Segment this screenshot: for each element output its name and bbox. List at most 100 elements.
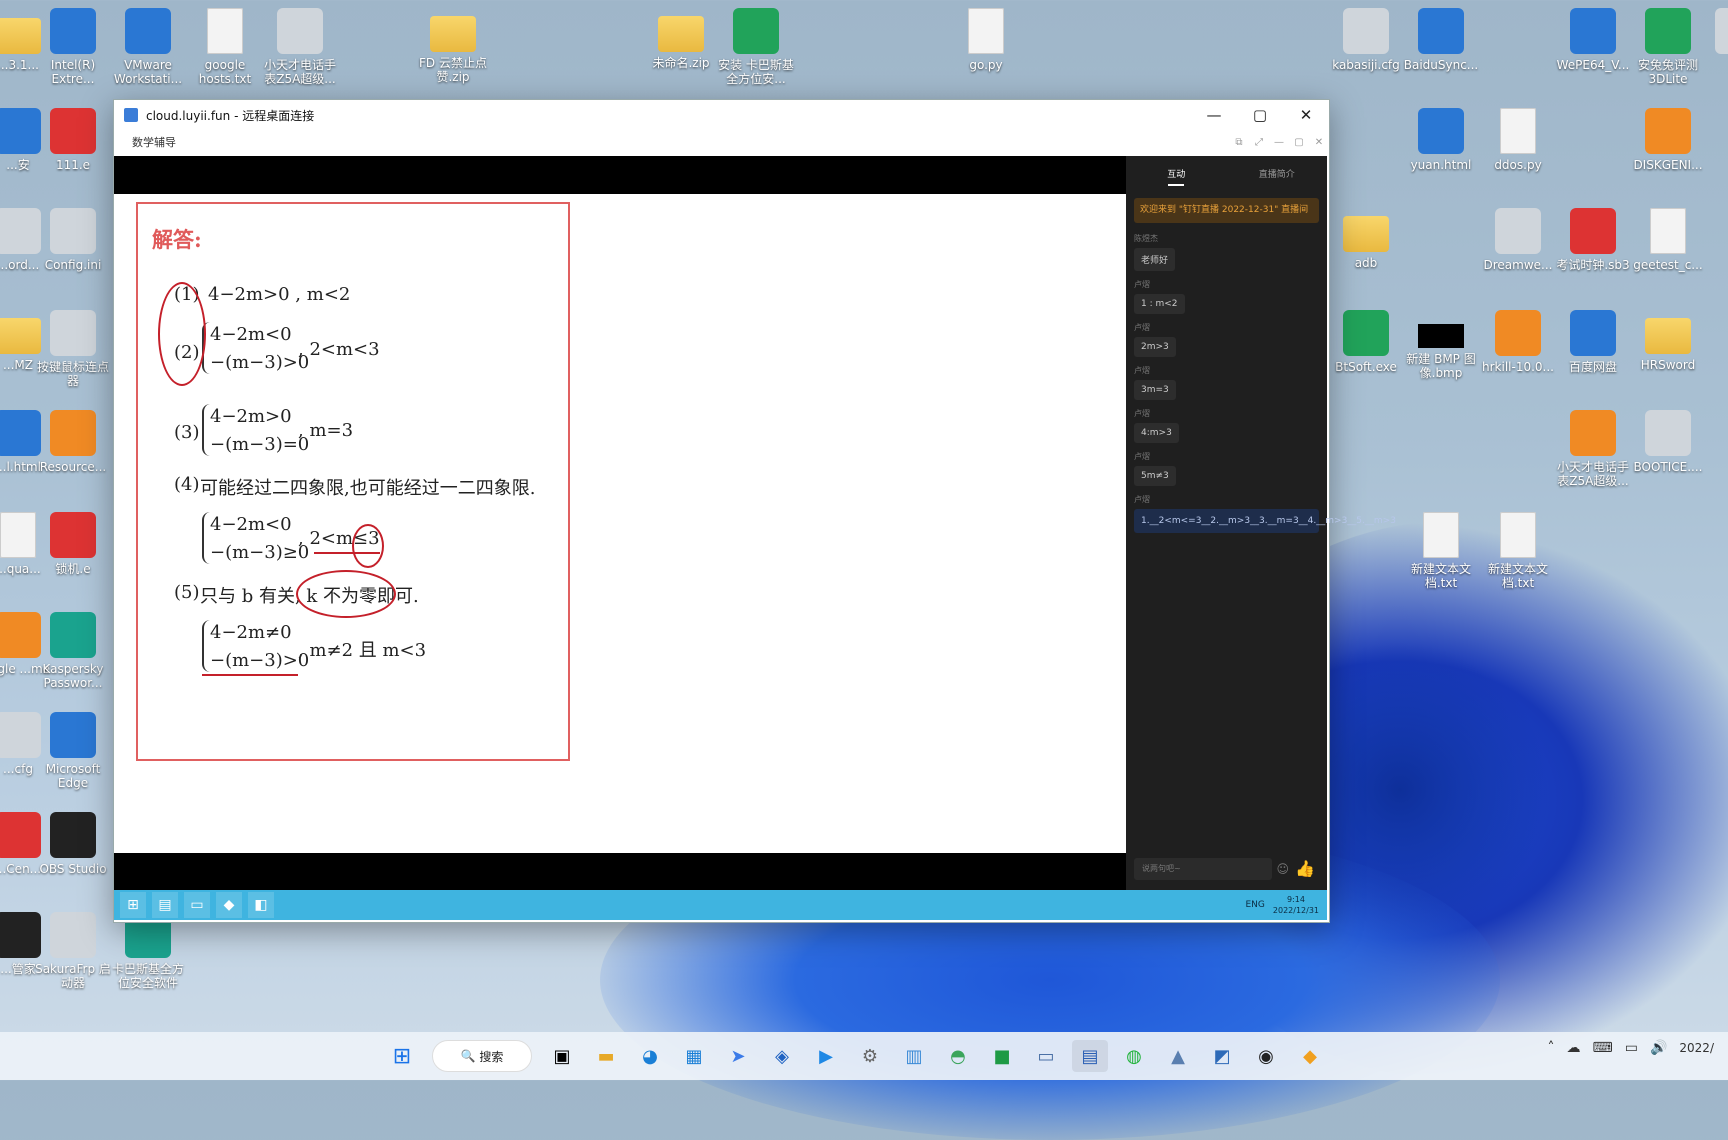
chevron-up-icon[interactable]: ˄ <box>1548 1040 1555 1056</box>
inner-close-icon[interactable]: ✕ <box>1309 137 1329 148</box>
desktop-icon[interactable]: 百度网盘 <box>1555 310 1631 374</box>
inner-minimize-icon[interactable]: — <box>1269 137 1289 148</box>
desktop-icon[interactable]: OBS Studio <box>35 812 111 876</box>
minimize-button[interactable]: — <box>1191 100 1237 130</box>
remote-start-icon[interactable]: ⊞ <box>120 892 146 918</box>
desktop-icon[interactable]: kabasiji.cfg <box>1328 8 1404 72</box>
file-explorer-icon[interactable]: ▬ <box>588 1040 624 1072</box>
desktop-icon[interactable]: FD 云禁止点赞.zip <box>415 8 491 84</box>
desktop-icon[interactable]: Config.ini <box>35 208 111 272</box>
desktop-icon[interactable]: BtSoft.exe <box>1328 310 1404 374</box>
obs-icon[interactable]: ◉ <box>1248 1040 1284 1072</box>
desktop-icon[interactable]: BaiduSync... <box>1403 8 1479 72</box>
desktop-icon-label: 新建文本文档.txt <box>1410 562 1471 590</box>
search-button[interactable]: 🔍 搜索 <box>432 1040 532 1072</box>
feishu-icon[interactable]: ➤ <box>720 1040 756 1072</box>
tab-live-intro[interactable]: 直播简介 <box>1227 167 1328 180</box>
building-icon[interactable]: ▥ <box>896 1040 932 1072</box>
desktop-icon[interactable]: Resource... <box>35 410 111 474</box>
desktop-icon[interactable]: google hosts.txt <box>187 8 263 86</box>
android-icon[interactable]: ◓ <box>940 1040 976 1072</box>
edge-icon[interactable]: ◕ <box>632 1040 668 1072</box>
desktop-icon[interactable]: BOOTICE.... <box>1630 410 1706 474</box>
close-button[interactable]: ✕ <box>1283 100 1329 130</box>
desktop-icon[interactable]: 111.e <box>35 108 111 172</box>
remote-feishu-icon[interactable]: ◆ <box>216 892 242 918</box>
desktop-icon-label: ddos.py <box>1494 158 1542 172</box>
desktop-icon[interactable]: 小天才电话手表Z5A超级... <box>1555 410 1631 488</box>
wechat-icon[interactable]: ◍ <box>1116 1040 1152 1072</box>
restore-button[interactable]: ▢ <box>1237 100 1283 130</box>
desktop-icon[interactable]: 卡巴斯基全方位安全软件 <box>110 912 186 990</box>
desktop-icon-label: Dreamwe... <box>1483 258 1553 272</box>
desktop-icon[interactable]: Kaspersky Passwor... <box>35 612 111 690</box>
remote-clock[interactable]: 9:14 2022/12/31 <box>1273 894 1319 916</box>
desktop-icon-graphic <box>1343 216 1389 252</box>
remote-desktop-window[interactable]: cloud.luyii.fun - 远程桌面连接 — ▢ ✕ 数学辅导 ⧉ ⤢ … <box>113 99 1396 923</box>
desktop-icon[interactable]: Intel(R) Extre... <box>35 8 111 86</box>
inner-restore-icon[interactable]: ▢ <box>1289 137 1309 148</box>
desktop-icon[interactable]: yuan.html <box>1403 108 1479 172</box>
like-icon[interactable]: 👍 <box>1295 859 1315 878</box>
desktop-icon[interactable]: adb <box>1328 208 1404 270</box>
desktop-icon[interactable]: go.py <box>948 8 1024 72</box>
firewall-icon[interactable]: ◆ <box>1292 1040 1328 1072</box>
item-3-line1: 4−2m>0 <box>210 406 292 427</box>
settings-icon[interactable]: ⚙ <box>852 1040 888 1072</box>
desktop-icon[interactable]: geetest_c... <box>1630 208 1706 272</box>
remote-icon[interactable]: ▭ <box>1028 1040 1064 1072</box>
start-icon[interactable]: ⊞ <box>384 1040 420 1072</box>
remote-tray-lang[interactable]: ENG <box>1245 900 1264 910</box>
desktop-icon[interactable]: 小天才电话手表Z5A超级... <box>262 8 338 86</box>
desktop-icon[interactable]: WePE64_V... <box>1555 8 1631 72</box>
remote-folder-icon[interactable]: ▭ <box>184 892 210 918</box>
network-icon[interactable]: ▭ <box>1625 1040 1638 1056</box>
python-icon[interactable]: ◩ <box>1204 1040 1240 1072</box>
desktop-icon[interactable]: HRSword <box>1630 310 1706 372</box>
desktop-icon-graphic <box>430 16 476 52</box>
desktop-icon[interactable]: DISKGENI... <box>1630 108 1706 172</box>
fullscreen-icon[interactable]: ⤢ <box>1249 137 1269 148</box>
desktop-icon[interactable]: 安兔兔评测3DLite <box>1630 8 1706 86</box>
green-app-icon[interactable]: ■ <box>984 1040 1020 1072</box>
chat-input[interactable]: 说两句吧~ <box>1134 858 1272 880</box>
desktop-icon[interactable]: SakuraFrp 启动器 <box>35 912 111 990</box>
photos-icon[interactable]: ▲ <box>1160 1040 1196 1072</box>
item-4-number: (4) <box>174 474 200 495</box>
keyboard-icon[interactable]: ⌨ <box>1593 1040 1613 1056</box>
desktop-icon-graphic <box>50 8 96 54</box>
emoji-icon[interactable]: ☺ <box>1276 862 1289 876</box>
desktop-icon[interactable]: 新建文本文档.txt <box>1403 512 1479 590</box>
desktop-icon[interactable]: Dreamwe... <box>1480 208 1556 272</box>
remote-green-app-icon[interactable]: ◧ <box>248 892 274 918</box>
tray-date[interactable]: 2022/ <box>1679 1041 1714 1055</box>
desktop-icon[interactable]: FD <box>1700 8 1728 72</box>
desktop-icon[interactable]: ddos.py <box>1480 108 1556 172</box>
window-titlebar[interactable]: cloud.luyii.fun - 远程桌面连接 — ▢ ✕ <box>114 100 1329 130</box>
desktop-icon-graphic <box>50 912 96 958</box>
desktop-icon[interactable]: 锁机.e <box>35 512 111 576</box>
desktop-icon[interactable]: 按键鼠标连点器 <box>35 310 111 388</box>
store-icon[interactable]: ▦ <box>676 1040 712 1072</box>
cloud-icon[interactable]: ☁ <box>1567 1040 1581 1056</box>
desktop-icon[interactable]: 新建 BMP 图像.bmp <box>1403 310 1479 380</box>
stack-icon[interactable]: ◈ <box>764 1040 800 1072</box>
desktop-icon-label: VMware Workstati... <box>113 58 183 86</box>
arrow-app-icon[interactable]: ▶ <box>808 1040 844 1072</box>
volume-icon[interactable]: 🔊 <box>1650 1040 1667 1056</box>
rdp-icon[interactable]: ▤ <box>1072 1040 1108 1072</box>
desktop-icon[interactable]: Microsoft Edge <box>35 712 111 790</box>
desktop-icon[interactable]: 安装 卡巴斯基全方位安... <box>718 8 794 86</box>
task-view-icon[interactable]: ▣ <box>544 1040 580 1072</box>
desktop-icon[interactable]: VMware Workstati... <box>110 8 186 86</box>
desktop-icon[interactable]: 考试时钟.sb3 <box>1555 208 1631 272</box>
desktop-icon[interactable]: 新建文本文档.txt <box>1480 512 1556 590</box>
pip-icon[interactable]: ⧉ <box>1229 137 1249 148</box>
tab-interaction[interactable]: 互动 <box>1126 167 1227 186</box>
desktop-icon[interactable]: hrkill-10.0... <box>1480 310 1556 374</box>
item-5-line1: 4−2m≠0 <box>210 622 292 643</box>
item-5-line2: −(m−3)>0 <box>210 650 310 671</box>
desktop-icon[interactable]: 未命名.zip <box>643 8 719 70</box>
desktop-icon-graphic <box>1495 208 1541 254</box>
remote-app-icon[interactable]: ▤ <box>152 892 178 918</box>
